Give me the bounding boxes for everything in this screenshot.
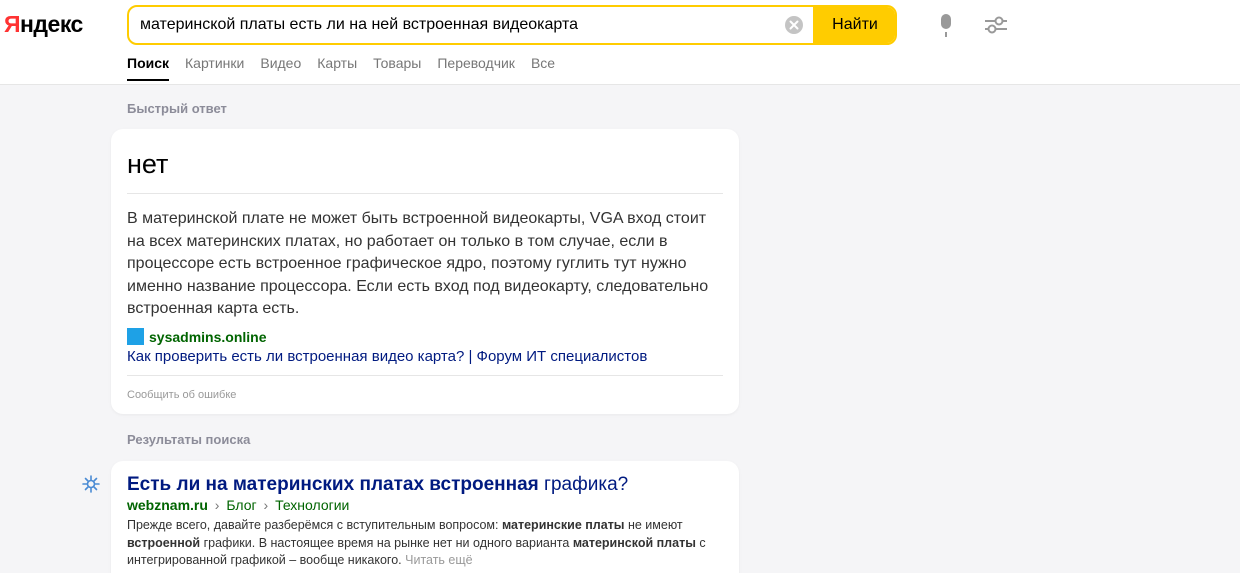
yandex-logo[interactable]: Яндекс	[4, 10, 83, 38]
quick-answer-card: нет В материнской плате не может быть вс…	[111, 129, 739, 414]
results-heading: Результаты поиска	[127, 432, 251, 447]
answer-text: нет	[127, 149, 169, 179]
site-favicon-icon	[127, 328, 144, 345]
read-more-link[interactable]: Читать ещё	[405, 553, 472, 567]
breadcrumb-blog[interactable]: Блог	[226, 497, 256, 513]
search-button[interactable]: Найти	[813, 7, 895, 43]
result-title-rest: графика?	[538, 474, 629, 495]
breadcrumb-separator: ›	[214, 497, 220, 513]
result-url: webznam.ru › Блог › Технологии	[127, 497, 349, 513]
microphone-icon[interactable]	[935, 13, 957, 39]
tab-video[interactable]: Видео	[260, 54, 301, 81]
source-page-link[interactable]: Как проверить есть ли встроенная видео к…	[127, 348, 647, 365]
answer-description: В материнской плате не может быть встрое…	[127, 210, 709, 317]
tab-search[interactable]: Поиск	[127, 54, 170, 81]
result-title-link[interactable]: Есть ли на материнских платах встроенная…	[127, 473, 628, 497]
answer-source: sysadmins.online	[127, 328, 266, 345]
clear-icon[interactable]	[783, 14, 805, 36]
tab-products[interactable]: Товары	[373, 54, 421, 81]
tab-images[interactable]: Картинки	[185, 54, 244, 81]
tab-all[interactable]: Все	[531, 54, 555, 81]
report-error-link[interactable]: Сообщить об ошибке	[127, 389, 236, 401]
search-input[interactable]	[129, 7, 783, 43]
result-title-bold: Есть ли на материнских платах встроенная	[127, 474, 539, 495]
logo-text: ндекс	[20, 11, 83, 37]
result-favicon-icon	[82, 475, 100, 493]
settings-icon[interactable]	[983, 14, 1009, 36]
breadcrumb-tech[interactable]: Технологии	[275, 497, 349, 513]
logo-letter: Я	[4, 11, 21, 37]
tab-maps[interactable]: Карты	[317, 54, 357, 81]
header: Яндекс Найти Поиск Картинки Видео Карты …	[0, 0, 1240, 85]
breadcrumb-separator: ›	[263, 497, 269, 513]
result-snippet: Прежде всего, давайте разберёмся с вступ…	[127, 518, 706, 567]
divider	[127, 375, 723, 376]
divider	[127, 193, 723, 194]
quick-answer-heading: Быстрый ответ	[127, 101, 227, 116]
result-domain-link[interactable]: webznam.ru	[127, 497, 208, 513]
search-tabs: Поиск Картинки Видео Карты Товары Перево…	[127, 54, 571, 81]
search-result: Есть ли на материнских платах встроенная…	[111, 461, 739, 573]
tab-translator[interactable]: Переводчик	[437, 54, 515, 81]
search-box: Найти	[127, 5, 897, 45]
source-domain-link[interactable]: sysadmins.online	[149, 329, 266, 345]
